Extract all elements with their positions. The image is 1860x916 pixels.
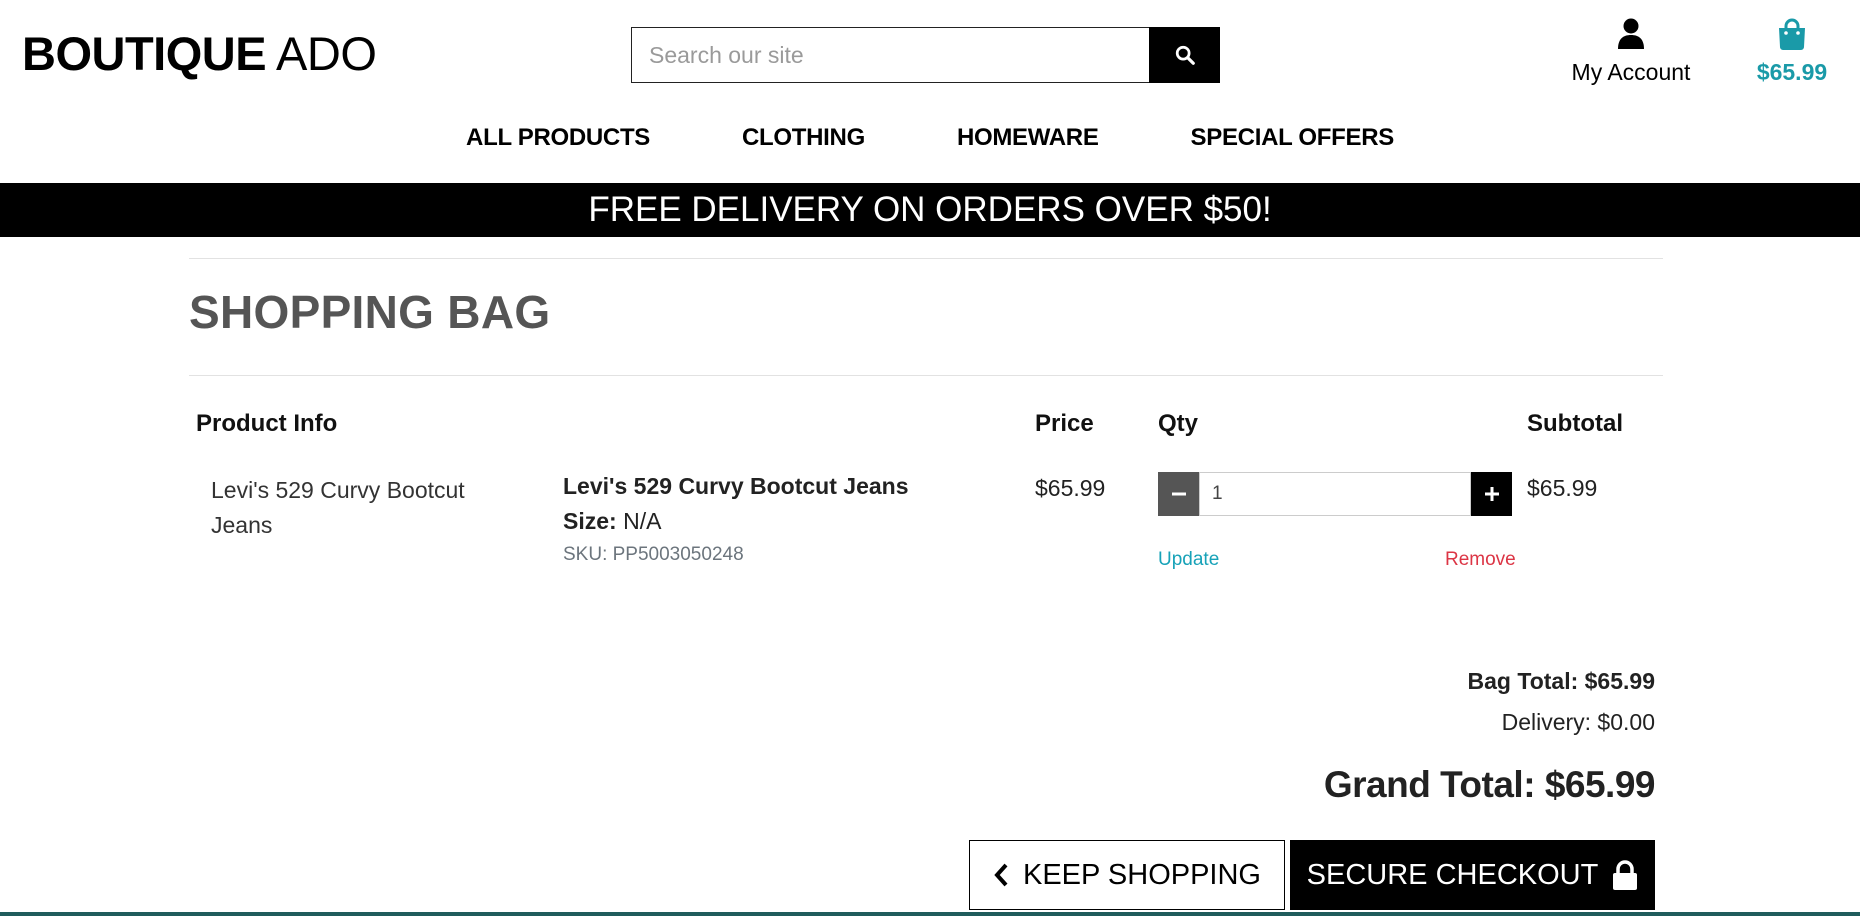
my-account-label: My Account: [1571, 59, 1691, 85]
delivery-banner: FREE DELIVERY ON ORDERS OVER $50!: [0, 183, 1860, 237]
search-input[interactable]: [631, 27, 1149, 83]
bag-total-amount: $65.99: [1756, 59, 1828, 85]
search-icon: [1175, 45, 1195, 65]
minus-icon: [1171, 492, 1186, 496]
product-image: Levi's 529 Curvy Bootcut Jeans: [211, 477, 465, 538]
footer-line: [0, 912, 1860, 916]
divider: [189, 375, 1663, 376]
bag-total: Bag Total: $65.99: [1467, 668, 1655, 694]
quantity-stepper: [1158, 472, 1512, 516]
quantity-input[interactable]: [1199, 472, 1471, 516]
nav-homeware[interactable]: HOMEWARE: [957, 124, 1099, 152]
product-sku: SKU: PP5003050248: [563, 544, 744, 565]
search-form: [631, 27, 1220, 83]
order-totals: Bag Total: $65.99 Delivery: $0.00 Grand …: [1323, 668, 1656, 806]
chevron-left-icon: [994, 863, 1008, 887]
search-button[interactable]: [1149, 27, 1220, 83]
bag-link[interactable]: $65.99: [1752, 18, 1832, 86]
product-size: Size: N/A: [563, 508, 661, 535]
nav-all-products[interactable]: ALL PRODUCTS: [466, 124, 650, 152]
secure-checkout-label: SECURE CHECKOUT: [1306, 858, 1599, 891]
keep-shopping-button[interactable]: KEEP SHOPPING: [969, 840, 1285, 910]
nav-clothing[interactable]: CLOTHING: [742, 124, 865, 152]
update-link[interactable]: Update: [1158, 549, 1219, 571]
grand-total: Grand Total: $65.99: [1323, 764, 1656, 805]
logo-light-text: ADO: [266, 27, 377, 80]
my-account-link[interactable]: My Account: [1560, 18, 1702, 86]
main-nav: ALL PRODUCTS CLOTHING HOMEWARE SPECIAL O…: [0, 124, 1860, 152]
site-logo[interactable]: BOUTIQUE ADO: [22, 26, 377, 81]
divider: [189, 258, 1663, 259]
user-icon: [1618, 18, 1644, 49]
lock-icon: [1613, 860, 1638, 890]
header-price: Price: [1035, 410, 1094, 437]
size-label: Size:: [563, 508, 617, 534]
shopping-bag-icon: [1779, 18, 1805, 50]
logo-bold-text: BOUTIQUE: [22, 27, 267, 80]
plus-icon: [1484, 487, 1499, 501]
header-qty: Qty: [1158, 410, 1199, 437]
remove-link[interactable]: Remove: [1445, 549, 1516, 571]
page-title: SHOPPING BAG: [189, 286, 551, 338]
nav-special-offers[interactable]: SPECIAL OFFERS: [1191, 124, 1395, 152]
decrement-qty-button[interactable]: [1158, 472, 1199, 516]
header-subtotal: Subtotal: [1527, 410, 1623, 437]
size-value: N/A: [616, 508, 662, 534]
product-price: $65.99: [1035, 475, 1106, 501]
secure-checkout-button[interactable]: SECURE CHECKOUT: [1290, 840, 1655, 910]
row-subtotal: $65.99: [1527, 475, 1598, 501]
keep-shopping-label: KEEP SHOPPING: [1023, 858, 1261, 891]
delivery-cost: Delivery: $0.00: [1501, 709, 1655, 735]
product-name: Levi's 529 Curvy Bootcut Jeans: [563, 473, 909, 499]
header-product-info: Product Info: [196, 410, 338, 437]
increment-qty-button[interactable]: [1471, 472, 1512, 516]
